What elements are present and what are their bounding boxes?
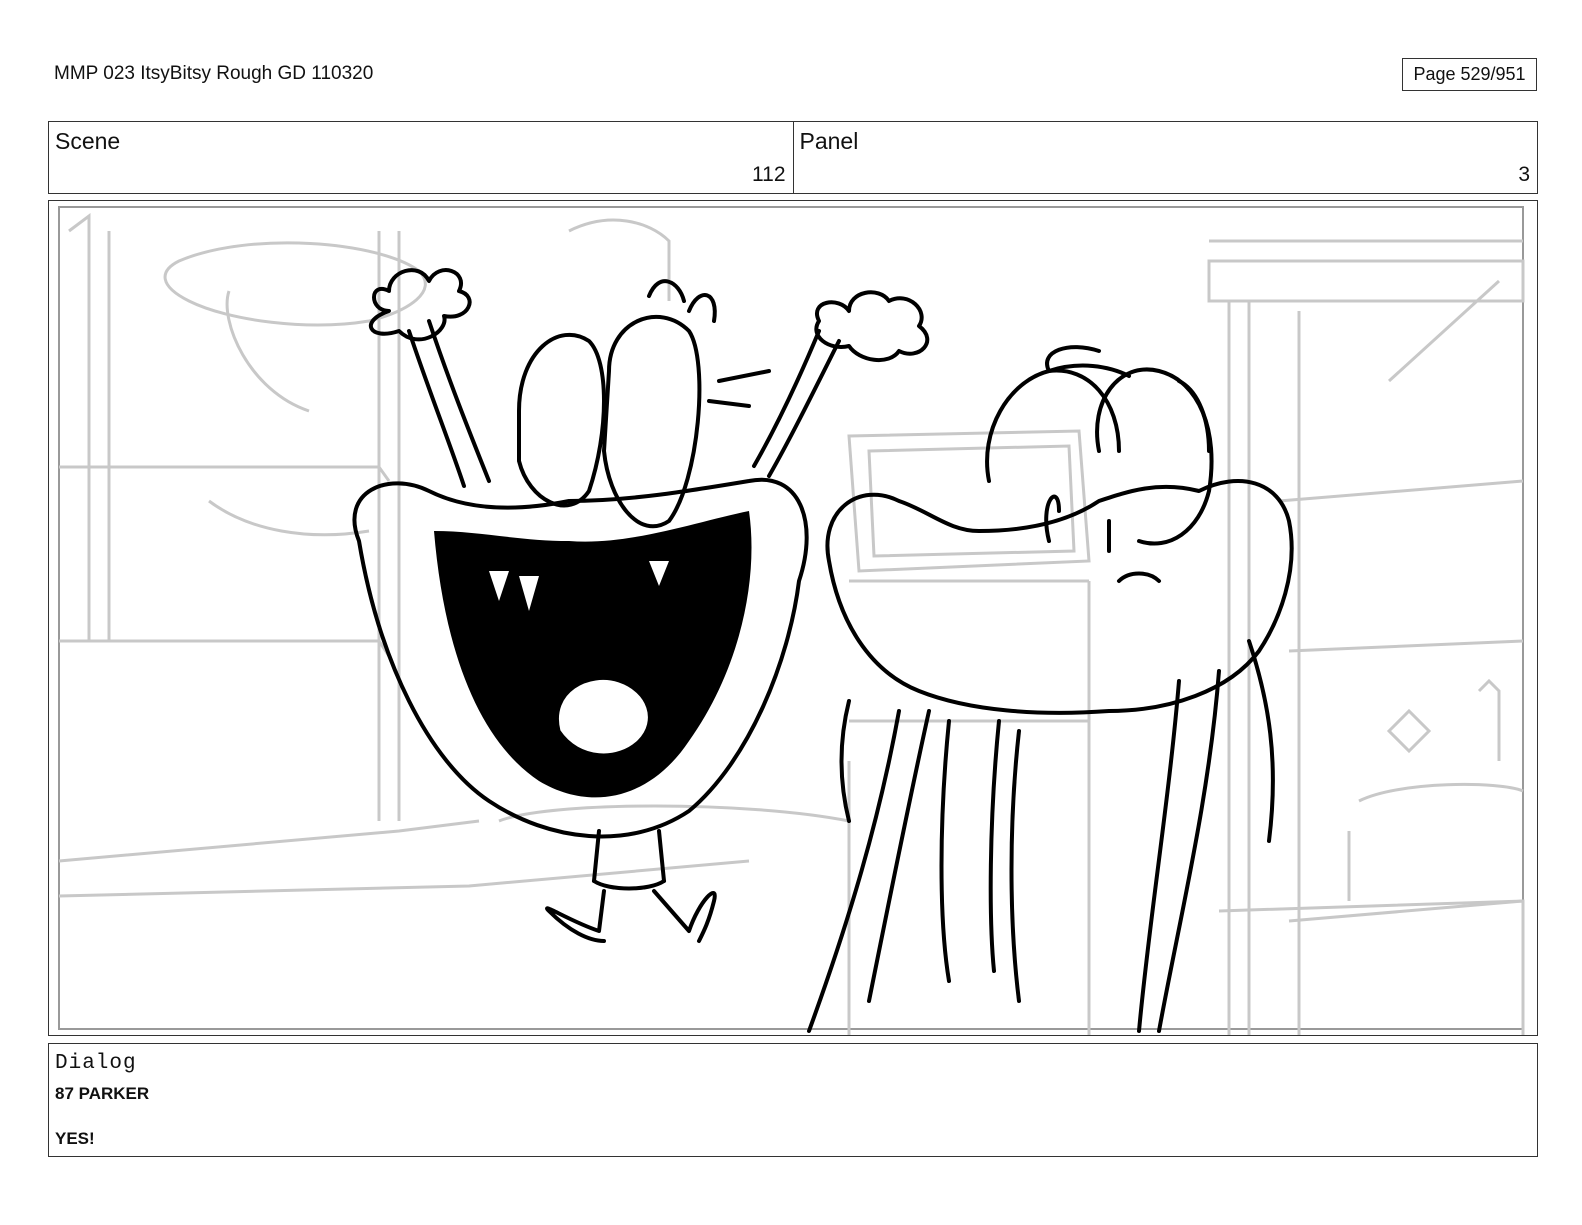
storyboard-sketch-image [58,206,1525,1035]
dialog-label: Dialog [55,1052,137,1075]
scene-number: 112 [752,163,786,186]
page-indicator: Page 529/951 [1402,58,1537,91]
storyboard-panel [48,200,1538,1036]
panel-cell: Panel 3 [792,122,1538,193]
scene-cell: Scene 112 [49,122,793,193]
panel-label: Panel [799,128,859,154]
panel-number: 3 [1518,163,1530,186]
dialog-line: YES! [55,1129,95,1148]
dialog-speaker: 87 PARKER [55,1084,150,1103]
scene-label: Scene [55,128,121,154]
scene-panel-info: Scene 112 Panel 3 [48,121,1538,194]
dialog-box: Dialog 87 PARKER YES! [48,1043,1538,1157]
document-title: MMP 023 ItsyBitsy Rough GD 110320 [54,63,374,84]
